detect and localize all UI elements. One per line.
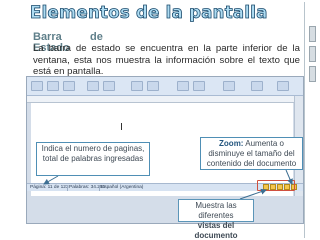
arrow-to-zoom bbox=[285, 169, 293, 185]
callout-zoom: Zoom: Aumenta o disminuye el tamaño del … bbox=[200, 137, 303, 170]
callout-page-count-text: Indica el numero de paginas, total de pa… bbox=[41, 144, 145, 163]
callout-views-line1: Muestra las diferentes bbox=[195, 201, 237, 220]
arrow-to-views bbox=[239, 188, 267, 200]
callout-arrows bbox=[43, 169, 293, 200]
callout-views-line2: vistas del documento bbox=[194, 221, 238, 240]
callout-zoom-label: Zoom: bbox=[219, 139, 244, 148]
callout-views: Muestra las diferentes vistas del docume… bbox=[178, 199, 254, 240]
callout-page-count: Indica el numero de paginas, total de pa… bbox=[36, 142, 150, 176]
arrow-to-page-count bbox=[43, 175, 59, 185]
